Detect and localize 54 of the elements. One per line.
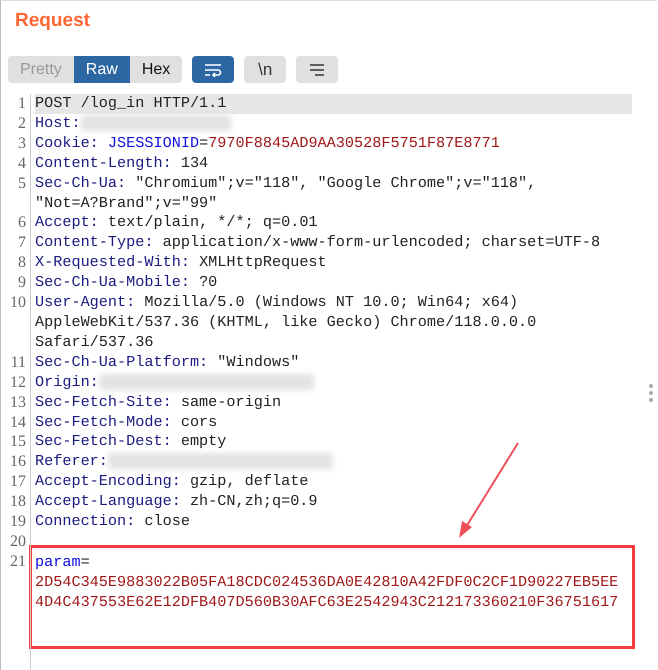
code-line: X-Requested-With: XMLHttpRequest	[35, 253, 328, 274]
line-number: 5	[17, 174, 26, 194]
line-number: 15	[9, 432, 26, 452]
code-line: Accept-Language: zh-CN,zh;q=0.9	[35, 492, 319, 512]
line-number: 6	[17, 213, 26, 234]
resize-handle[interactable]	[648, 384, 654, 402]
code-line: 4D4C437553E62E12DFB407D560B30AFC63E2542943C212173360210F36751617	[35, 592, 620, 613]
code-line: Accept: text/plain, */*; q=0.01	[35, 213, 319, 234]
line-number: 19	[9, 512, 26, 532]
code-line: 2D54C345E9883022B05FA18CDC024536DA0E42810A42FDF0C2CF1D90227EB5EE	[35, 572, 620, 593]
line-number: 7	[17, 233, 26, 254]
code-line: Sec-Ch-Ua: "Chromium";v="118", "Google Chrome";v="118",	[35, 174, 538, 194]
line-number: 12	[9, 372, 26, 393]
line-number: 10	[9, 293, 26, 314]
view-tab[interactable]: Raw	[74, 56, 130, 83]
code-line: Content-Type: application/x-www-form-urlencoded; charset=UTF-8	[35, 233, 602, 254]
code-line: Sec-Fetch-Mode: cors	[35, 412, 218, 432]
code-line: Sec-Ch-Ua-Mobile: ?0	[35, 273, 218, 294]
code-line: Accept-Encoding: gzip, deflate	[35, 472, 310, 492]
code-line: AppleWebKit/537.36 (KHTML, like Gecko) Chrome/118.0.0.0	[35, 312, 538, 333]
panel-title: Request	[14, 9, 91, 33]
wrap-button[interactable]	[192, 56, 234, 83]
code-line: Origin:	[35, 372, 632, 393]
line-number: 9	[17, 273, 26, 294]
code-line: Referer:	[35, 452, 632, 472]
line-number: 21	[9, 552, 26, 572]
line-number: 17	[9, 472, 26, 492]
code-line: POST /log_in HTTP/1.1	[35, 94, 228, 114]
code-line: Sec-Fetch-Dest: empty	[35, 432, 228, 452]
line-number: 2	[17, 114, 26, 134]
line-number: 16	[9, 452, 26, 472]
code-line: Sec-Fetch-Site: same-origin	[35, 392, 282, 412]
line-number: 4	[17, 154, 26, 174]
code-line: Host:	[35, 114, 632, 134]
line-number: 1	[17, 94, 26, 114]
code-line: User-Agent: Mozilla/5.0 (Windows NT 10.0; Win64; x64)	[35, 293, 520, 313]
line-number: 20	[9, 532, 26, 552]
line-number: 18	[9, 492, 26, 512]
code-line: Content-Length: 134	[35, 154, 210, 174]
menu-icon	[309, 62, 326, 76]
code-line: Cookie: JSESSIONID=7970F8845AD9AA30528F5751F87E8771	[35, 134, 501, 154]
line-number: 14	[9, 412, 26, 432]
menu-button[interactable]	[296, 56, 338, 83]
code-line: Connection: close	[35, 512, 191, 532]
code-line: "Not=A?Brand";v="99"	[35, 194, 218, 214]
code-line: param=	[35, 552, 91, 573]
line-number: 11	[10, 352, 26, 373]
newlines-button[interactable]: \n	[244, 56, 286, 83]
line-number: 8	[17, 253, 26, 274]
line-number: 3	[17, 134, 26, 154]
code-line: Sec-Ch-Ua-Platform: "Windows"	[35, 352, 300, 373]
wrap-icon	[204, 62, 222, 76]
line-number: 13	[9, 392, 26, 412]
code-line: Safari/537.36	[35, 332, 154, 353]
